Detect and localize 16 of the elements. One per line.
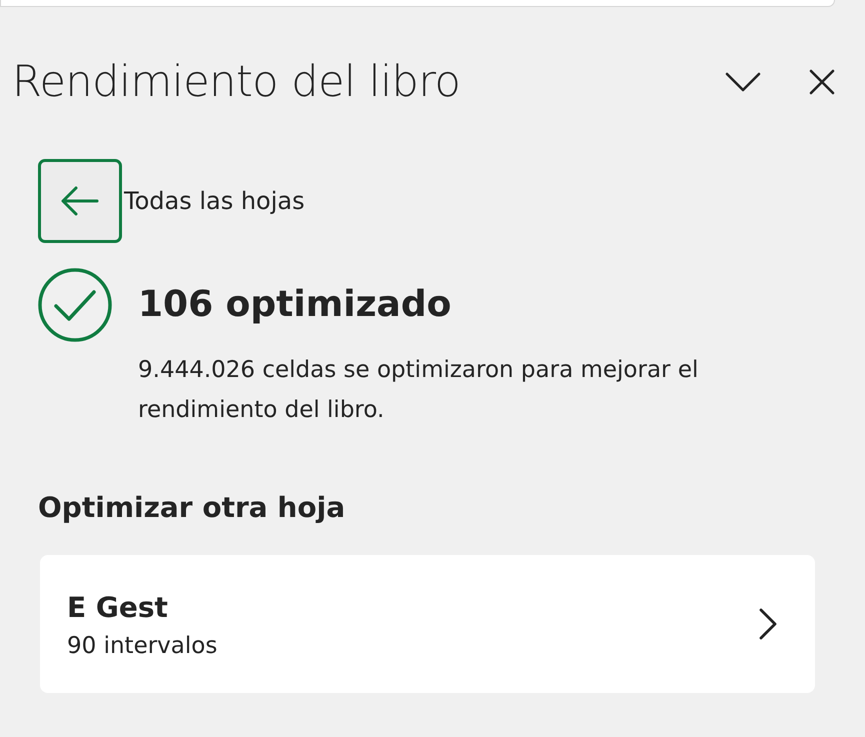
sheet-detail: 90 intervalos: [67, 632, 218, 661]
collapse-button[interactable]: [725, 72, 761, 92]
sheet-card[interactable]: E Gest 90 intervalos: [40, 555, 815, 693]
close-icon: [809, 69, 835, 95]
chevron-right-icon: [759, 608, 777, 640]
result-title: 106 optimizado: [138, 283, 452, 327]
panel-title: Rendimiento del libro: [12, 57, 460, 107]
check-circle-icon: [38, 268, 112, 342]
result-description: 9.444.026 celdas se optimizaron para mejorar el rendimiento del libro.: [138, 356, 700, 425]
close-button[interactable]: [809, 69, 835, 95]
all-sheets-link[interactable]: Todas las hojas: [124, 187, 305, 215]
chevron-down-icon: [725, 72, 761, 92]
arrow-left-icon: [61, 186, 99, 216]
sheet-name: E Gest: [67, 590, 169, 626]
section-heading: Optimizar otra hoja: [38, 490, 346, 526]
back-button[interactable]: [38, 159, 122, 243]
